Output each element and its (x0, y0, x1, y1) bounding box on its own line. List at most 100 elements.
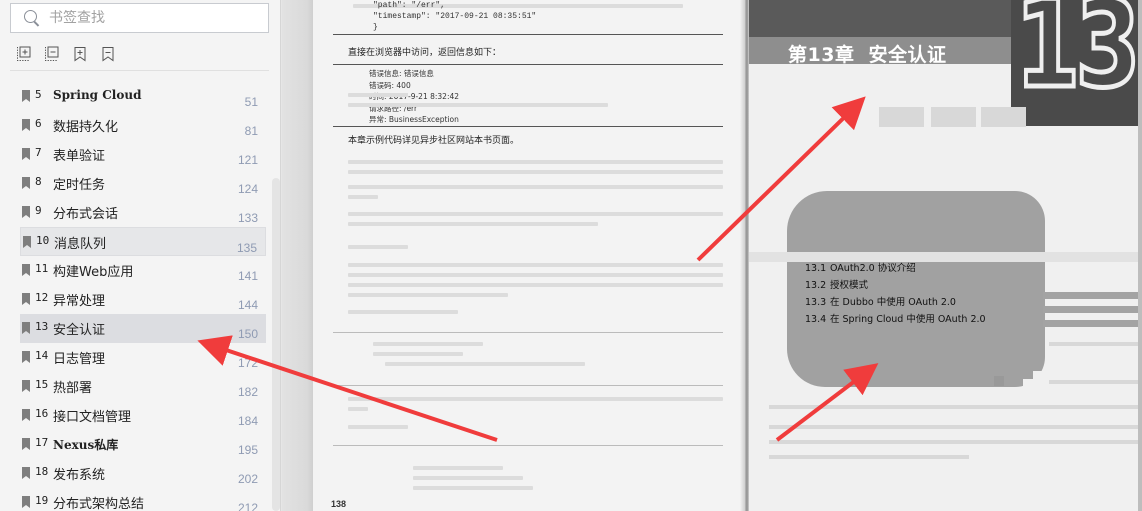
bookmark-icon (23, 236, 31, 248)
bookmark-title: 异常处理 (53, 294, 106, 309)
code-rule (333, 64, 723, 65)
add-bookmark-icon[interactable] (72, 46, 88, 62)
bookmark-item[interactable]: 10 消息队列 135 (20, 227, 266, 256)
toc-entry: 13.4 在 Spring Cloud 中使用 OAuth 2.0 (805, 311, 986, 328)
bookmark-icon (22, 322, 30, 334)
bookmark-number: 7 (35, 146, 42, 159)
bookmark-item[interactable]: 15 热部署 182 (20, 372, 266, 401)
bookmark-search-box[interactable] (10, 3, 269, 33)
chapter-label: 第13章 (788, 44, 855, 66)
toc-entry: 13.3 在 Dubbo 中使用 OAuth 2.0 (805, 294, 986, 311)
remove-bookmark-icon[interactable] (100, 46, 116, 62)
toc-section-title: OAuth2.0 协议介绍 (830, 263, 916, 274)
chapter-big-number: 13 (1013, 0, 1142, 115)
bookmark-item[interactable]: 16 接口文档管理 184 (20, 401, 266, 430)
bookmark-item[interactable]: 9 分布式会话 133 (20, 198, 266, 227)
bookmark-number: 9 (35, 204, 42, 217)
bleed-through-text (348, 195, 378, 199)
bookmark-search-input[interactable] (49, 10, 249, 26)
bookmark-number: 14 (35, 349, 49, 362)
bookmark-icon (22, 467, 30, 479)
card-pixel (994, 376, 1004, 386)
bookmark-item[interactable]: 7 表单验证 121 (20, 140, 266, 169)
bleed-through-text (373, 352, 463, 356)
toc-section-title: 在 Spring Cloud 中使用 OAuth 2.0 (830, 314, 986, 325)
bookmark-title: 热部署 (53, 381, 93, 396)
bookmark-title: Spring Cloud (53, 88, 142, 102)
toc-section-title: 授权模式 (830, 280, 869, 291)
bookmark-item[interactable]: 12 异常处理 144 (20, 285, 266, 314)
toc-section-number: 13.2 (805, 280, 827, 291)
bookmark-number: 10 (36, 234, 50, 247)
bookmark-page-number: 184 (237, 414, 258, 428)
bookmark-number: 18 (35, 465, 49, 478)
bookmark-title: 消息队列 (54, 237, 107, 252)
bleed-through-text (348, 212, 723, 216)
bookmark-item[interactable]: 14 日志管理 172 (20, 343, 266, 372)
bookmark-icon (22, 119, 30, 131)
decor-stripe (1043, 320, 1142, 327)
bookmark-number: 15 (35, 378, 49, 391)
bleed-through-text (769, 405, 1142, 409)
bleed-through-text (348, 103, 608, 107)
code-rule (333, 34, 723, 35)
bleed-through-text (348, 185, 723, 189)
toc-section-number: 13.4 (805, 314, 827, 325)
bookmark-page-number: 141 (237, 269, 258, 283)
bookmark-icon (22, 90, 30, 102)
bleed-through-text (348, 273, 723, 277)
bookmark-item[interactable]: 19 分布式架构总结 212 (20, 488, 266, 511)
bleed-through-text (769, 425, 1142, 429)
page-number: 138 (331, 499, 347, 509)
bookmark-page-number: 150 (237, 327, 258, 341)
bookmark-item[interactable]: 11 构建Web应用 141 (20, 256, 266, 285)
bleed-through-text (769, 440, 1142, 444)
bleed-through-text (413, 476, 523, 480)
bookmark-number: 11 (35, 262, 49, 275)
bookmark-item[interactable]: 6 数据持久化 81 (20, 111, 266, 140)
toc-section-title: 在 Dubbo 中使用 OAuth 2.0 (830, 297, 956, 308)
bookmark-page-number: 212 (237, 501, 258, 511)
toc-section-number: 13.3 (805, 297, 827, 308)
bookmark-icon (22, 496, 30, 508)
code-snippet: "path": "/err", "timestamp": "2017-09-21… (373, 1, 537, 32)
bookmark-page-number: 195 (237, 443, 258, 457)
bookmark-item[interactable]: 8 定时任务 124 (20, 169, 266, 198)
bookmark-item[interactable]: 13 安全认证 150 (20, 314, 266, 343)
bleed-through-text (413, 466, 503, 470)
bookmark-page-number: 81 (244, 124, 258, 138)
bookmark-icon (22, 206, 30, 218)
bookmark-icon (22, 438, 30, 450)
bookmark-item[interactable]: 18 发布系统 202 (20, 459, 266, 488)
document-gutter (282, 0, 313, 511)
bleed-through-text (348, 263, 723, 267)
bookmark-page-number: 144 (237, 298, 258, 312)
bookmark-icon (22, 264, 30, 276)
bleed-through-text (1049, 342, 1142, 346)
pdf-page-right: 第13章 安全认证 13 13.1 OAuth2.0 协议介绍 13.2 授权模式 13.… (749, 0, 1142, 511)
bleed-through-text (348, 283, 723, 287)
bookmark-title: 发布系统 (53, 468, 106, 483)
bookmark-item[interactable]: 17 Nexus私库 195 (20, 430, 266, 459)
bookmark-scrollbar[interactable] (272, 178, 280, 511)
bookmark-item[interactable]: 5 Spring Cloud 51 (20, 82, 266, 111)
bookmark-page-number: 172 (237, 356, 258, 370)
bookmark-number: 17 (35, 436, 49, 449)
bleed-through-figure (931, 107, 976, 127)
pdf-reader-window: 5Spring Cloud516数据持久化817表单验证1218定时任务1249… (0, 0, 1142, 511)
bookmark-title: 日志管理 (53, 352, 106, 367)
bookmark-number: 5 (35, 88, 42, 101)
expand-all-icon[interactable] (16, 46, 32, 62)
search-icon (24, 10, 40, 26)
bookmark-toolbar (16, 46, 116, 66)
bookmark-icon (22, 351, 30, 363)
bookmark-page-number: 202 (237, 472, 258, 486)
bookmark-number: 6 (35, 117, 42, 130)
bleed-through-text (1049, 380, 1142, 384)
bookmark-number: 16 (35, 407, 49, 420)
bleed-through-text (348, 160, 723, 164)
chapter-title: 第13章 安全认证 (788, 40, 946, 67)
pdf-page-left: "path": "/err", "timestamp": "2017-09-21… (313, 0, 746, 511)
card-notch (1033, 371, 1047, 381)
collapse-all-icon[interactable] (44, 46, 60, 62)
